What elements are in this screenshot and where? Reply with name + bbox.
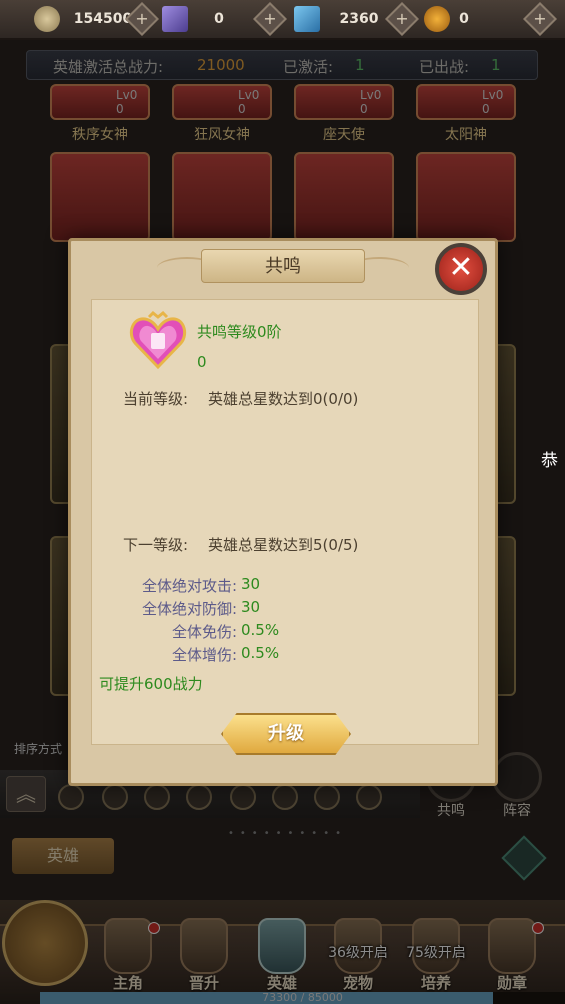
crystal-value: 0 [214, 11, 224, 27]
bonus-value: 30 [241, 575, 261, 593]
bonus-label: 全体绝对防御: [141, 600, 237, 618]
resonance-heart-icon [129, 311, 187, 370]
resonance-value: 0 [197, 353, 207, 371]
crystal-add-button[interactable]: + [253, 2, 287, 36]
bonus-value: 0.5% [241, 621, 280, 639]
dialog-title: 共鸣 [201, 249, 365, 283]
bonus-label: 全体增伤: [171, 646, 237, 664]
upgrade-button[interactable]: 升级 [221, 713, 351, 755]
token-value: 0 [459, 11, 469, 27]
resonance-level: 共鸣等级0阶 [197, 323, 282, 341]
current-level-label: 当前等级: [123, 390, 189, 408]
resonance-dialog: 共鸣 ✕ 共鸣等级0阶 0 当前等级: 英雄总星数达到0(0/0) 下一等级: … [68, 238, 498, 786]
close-button[interactable]: ✕ [435, 243, 487, 295]
plus-icon: + [533, 9, 547, 28]
power-gain-text: 可提升600战力 [99, 675, 203, 693]
plus-icon: + [395, 9, 409, 28]
bonus-value: 30 [241, 598, 261, 616]
marquee-text: 恭 [541, 451, 558, 471]
bonus-label: 全体绝对攻击: [141, 577, 237, 595]
gold-coin-icon [34, 6, 60, 32]
current-level-requirement: 英雄总星数达到0(0/0) [208, 390, 359, 408]
close-icon: ✕ [448, 250, 474, 285]
bonus-value: 0.5% [241, 644, 280, 662]
next-level-label: 下一等级: [123, 536, 189, 554]
plus-icon: + [135, 9, 149, 28]
token-add-button[interactable]: + [523, 2, 557, 36]
diamond-add-button[interactable]: + [385, 2, 419, 36]
resource-bar: 154500 + 0 + 2360 + 0 + [0, 0, 565, 40]
next-level-requirement: 英雄总星数达到5(0/5) [208, 536, 359, 554]
plus-icon: + [263, 9, 277, 28]
gold-add-button[interactable]: + [125, 2, 159, 36]
bonus-label: 全体免伤: [171, 623, 237, 641]
